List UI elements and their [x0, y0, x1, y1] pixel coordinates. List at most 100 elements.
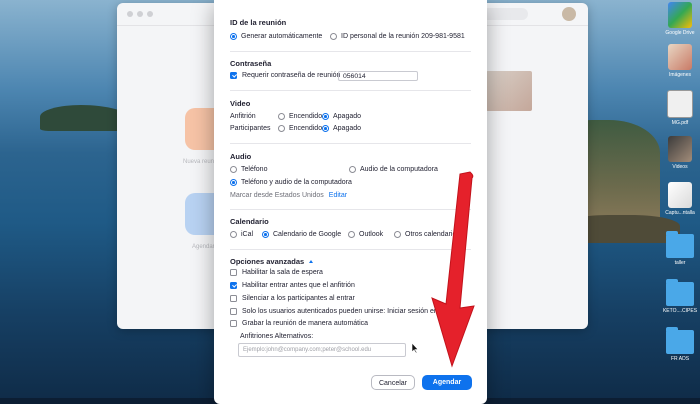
radio-indicator[interactable] [322, 125, 329, 132]
background-photo [486, 71, 532, 111]
radio-video-participants-on[interactable]: Encendido [278, 125, 322, 132]
folder-icon [666, 231, 694, 258]
checkbox-indicator[interactable] [230, 269, 237, 276]
video-thumbnail-icon [668, 136, 692, 162]
radio-indicator[interactable] [278, 113, 285, 120]
radio-audio-both[interactable]: Teléfono y audio de la computadora [230, 179, 352, 186]
divider [230, 143, 471, 144]
desktop-icon-taller[interactable]: taller [660, 231, 700, 266]
password-title: Contraseña [230, 59, 271, 68]
radio-indicator[interactable] [348, 231, 355, 238]
edit-dial-from-link[interactable]: Editar [329, 192, 347, 199]
screenshot-thumbnail-icon [668, 182, 692, 208]
avatar[interactable] [562, 7, 576, 21]
arrow-shape [431, 171, 475, 368]
radio-meeting-id-auto[interactable]: Generar automáticamente [230, 33, 322, 40]
schedule-button[interactable]: Agendar [422, 375, 472, 390]
google-drive-icon [668, 2, 692, 28]
checkbox-indicator[interactable] [230, 320, 237, 327]
window-zoom-dot[interactable] [147, 11, 153, 17]
radio-audio-computer[interactable]: Audio de la computadora [349, 166, 438, 173]
checkbox-join-before-host[interactable]: Habilitar entrar antes que el anfitrión [230, 282, 355, 289]
dial-from-text: Marcar desde Estados Unidos [230, 192, 324, 199]
divider [230, 51, 471, 52]
desktop-icon-label: MG.pdf [671, 120, 689, 126]
checkbox-indicator[interactable] [230, 295, 237, 302]
radio-audio-phone[interactable]: Teléfono [230, 166, 267, 173]
desktop-icon-mg-pdf[interactable]: MG.pdf [660, 90, 700, 126]
checkbox-label: Requerir contraseña de reunión [242, 72, 341, 79]
desktop-icon-captura[interactable]: Captu...ntalla [660, 182, 700, 216]
desktop-icon-imagenes[interactable]: Imágenes [660, 44, 700, 78]
radio-label: Calendario de Google [273, 231, 342, 238]
checkbox-authenticated-only[interactable]: Solo los usuarios autenticados pueden un… [230, 308, 458, 315]
radio-meeting-id-personal[interactable]: ID personal de la reunión 209-981-9581 [330, 33, 465, 40]
radio-label: Apagado [333, 125, 362, 132]
video-title: Video [230, 99, 250, 108]
radio-indicator[interactable] [230, 33, 237, 40]
cancel-button[interactable]: Cancelar [371, 375, 415, 390]
red-arrow-annotation [431, 171, 475, 368]
radio-calendar-google[interactable]: Calendario de Google [262, 231, 341, 238]
checkbox-indicator[interactable] [230, 72, 237, 79]
alternative-hosts-input[interactable]: Ejemplo:john@company.com;peter@school.ed… [238, 343, 406, 357]
radio-calendar-ical[interactable]: iCal [230, 231, 253, 238]
checkbox-label: Grabar la reunión de manera automática [242, 320, 369, 327]
password-input[interactable]: 056014 [338, 71, 418, 81]
radio-calendar-outlook[interactable]: Outlook [348, 231, 383, 238]
radio-indicator[interactable] [262, 231, 269, 238]
radio-label: Encendido [289, 113, 323, 120]
pdf-document-icon [667, 90, 693, 118]
radio-label: iCal [241, 231, 254, 238]
radio-label: Apagado [333, 113, 362, 120]
calendar-title: Calendario [230, 217, 269, 226]
radio-label: Outlook [359, 231, 384, 238]
radio-indicator[interactable] [349, 166, 356, 173]
desktop-icon-keto-recipes[interactable]: KETO....CIPES [660, 279, 700, 314]
radio-indicator[interactable] [278, 125, 285, 132]
checkbox-indicator[interactable] [230, 282, 237, 289]
radio-video-host-on[interactable]: Encendido [278, 113, 322, 120]
checkbox-label: Habilitar entrar antes que el anfitrión [242, 282, 355, 289]
radio-label: ID personal de la reunión 209-981-9581 [341, 33, 465, 40]
radio-indicator[interactable] [230, 166, 237, 173]
checkbox-mute-on-entry[interactable]: Silenciar a los participantes al entrar [230, 295, 355, 302]
radio-indicator[interactable] [330, 33, 337, 40]
field-label: Anfitriones Alternativos: [240, 333, 314, 340]
audio-title: Audio [230, 152, 251, 161]
radio-video-participants-off[interactable]: Apagado [322, 125, 361, 132]
radio-label: Audio de la computadora [360, 166, 438, 173]
desktop-icon-videos[interactable]: Videos [660, 136, 700, 170]
radio-video-host-off[interactable]: Apagado [322, 113, 361, 120]
desktop-icon-fr-ads[interactable]: FR ADS [660, 327, 700, 362]
desktop-icon-label: KETO....CIPES [662, 308, 698, 314]
row-label: Participantes [230, 125, 271, 132]
radio-indicator[interactable] [230, 231, 237, 238]
checkbox-indicator[interactable] [230, 308, 237, 315]
desktop-icon-label: Captu...ntalla [665, 210, 695, 216]
window-close-dot[interactable] [127, 11, 133, 17]
checkbox-auto-record[interactable]: Grabar la reunión de manera automática [230, 320, 368, 327]
desktop-icon-label: taller [674, 260, 686, 266]
section-title: Audio [230, 152, 252, 161]
folder-icon [666, 327, 694, 354]
section-title: Contraseña [230, 59, 272, 68]
desktop-icon-label: Videos [672, 164, 688, 170]
window-minimize-dot[interactable] [137, 11, 143, 17]
checkbox-label: Habilitar la sala de espera [242, 269, 323, 276]
schedule-caption: Agendar [192, 244, 215, 250]
checkbox-label: Silenciar a los participantes al entrar [242, 295, 355, 302]
radio-indicator[interactable] [394, 231, 401, 238]
advanced-options-toggle[interactable]: Opciones avanzadas [230, 257, 314, 266]
radio-indicator[interactable] [230, 179, 237, 186]
meeting-id-title: ID de la reunión [230, 18, 286, 27]
dial-from-row: Marcar desde Estados Unidos Editar [230, 192, 347, 199]
checkbox-waiting-room[interactable]: Habilitar la sala de espera [230, 269, 323, 276]
video-host-label: Anfitrión [230, 113, 256, 120]
desktop-icon-google-drive[interactable]: Google Drive [660, 2, 700, 36]
radio-indicator[interactable] [322, 113, 329, 120]
folder-icon [666, 279, 694, 306]
require-password-checkbox[interactable]: Requerir contraseña de reunión [230, 72, 340, 79]
radio-label: Teléfono [241, 166, 268, 173]
desktop-icon-label: FR ADS [670, 356, 690, 362]
